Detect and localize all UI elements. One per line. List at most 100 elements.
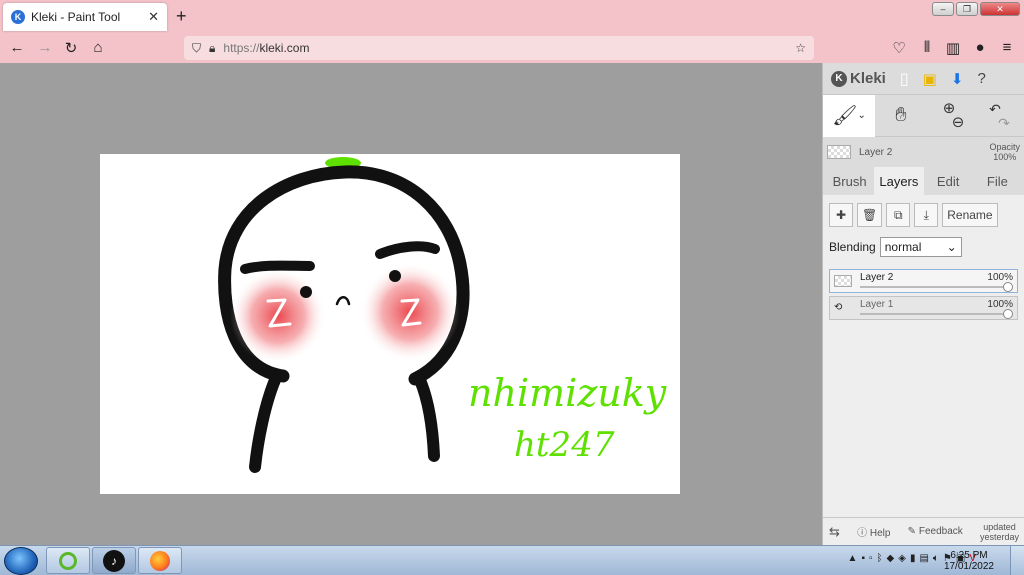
volume-icon[interactable]: 🔈︎ (933, 553, 939, 564)
layer-item-layer-1[interactable]: ⟲ Layer 1 100% (829, 296, 1018, 320)
signal-icon[interactable]: ▮ (910, 553, 916, 564)
brush-tool-button[interactable]: 🖌︎ ⌄ (823, 94, 875, 137)
url-bar[interactable]: ⛉ 🔒︎ https://kleki.com ☆ (184, 36, 814, 60)
feedback-link[interactable]: ✎ Feedback (908, 526, 963, 537)
opacity-readout: Opacity 100% (989, 142, 1020, 162)
layer-opacity-slider[interactable] (860, 313, 1009, 315)
right-eye (389, 270, 401, 282)
tool-row: 🖌︎ ⌄ ✋︎ ⊕ ⊖ ↶ ↷ (823, 94, 1024, 137)
layer-item-layer-2[interactable]: Layer 2 100% (829, 269, 1018, 293)
taskbar-app-firefox[interactable] (138, 547, 182, 574)
kleki-logo-icon: K (831, 70, 847, 87)
updated-notice[interactable]: updated yesterday (980, 522, 1019, 542)
tray-icon-4[interactable]: ◆ (887, 553, 895, 564)
restore-icon[interactable]: ❐ (956, 2, 978, 16)
menu-icon[interactable]: ≡ (998, 39, 1016, 56)
tray-icon-2[interactable]: ▪ (861, 553, 865, 564)
duplicate-layer-button[interactable]: ⧉ (886, 203, 911, 227)
taskbar-app-tiktok[interactable]: ♪ (92, 547, 136, 574)
kleki-logo[interactable]: K Kleki (831, 70, 886, 87)
layers-panel: ✚ 🗑︎ ⧉ ⤓ Rename Blending normal ⌄ Layer … (823, 195, 1024, 557)
taskbar-clock[interactable]: 6:25 PM 17/01/2022 (944, 550, 994, 572)
help-link[interactable]: ⓘ Help (857, 524, 890, 539)
layer-name: Layer 2 (860, 272, 894, 283)
bluetooth-icon[interactable]: ᛒ (877, 553, 883, 564)
rename-layer-button[interactable]: Rename (942, 203, 998, 227)
panel-footer: ⇆ ⓘ Help ✎ Feedback updated yesterday (823, 517, 1024, 545)
url-prefix: https:// (223, 41, 260, 55)
library-icon[interactable]: ⫴ (918, 39, 936, 56)
account-icon[interactable]: ● (971, 39, 989, 56)
new-image-icon[interactable]: ▯ (900, 69, 909, 89)
signature-line-1: nhimizuky (468, 371, 667, 415)
feedback-label: Feedback (918, 526, 963, 537)
browser-tab[interactable]: K Kleki - Paint Tool ✕ (3, 3, 167, 31)
taskbar-app-chrome-like[interactable] (46, 547, 90, 574)
tray-icon-1[interactable]: ▲ (848, 553, 858, 564)
sidebar-icon[interactable]: ▥ (944, 39, 962, 57)
layer-opacity-handle[interactable] (1003, 282, 1013, 292)
back-arrow-icon[interactable]: ← (8, 39, 26, 56)
shield-icon[interactable]: ⛉ (192, 41, 201, 56)
start-button[interactable] (4, 547, 38, 575)
chevron-down-icon: ⌄ (857, 110, 866, 121)
firefox-icon (150, 550, 170, 571)
window-controls: ‒ ❐ ✕ (932, 2, 1020, 16)
window-close-icon[interactable]: ✕ (980, 2, 1020, 16)
left-neck-line (249, 374, 281, 473)
show-desktop-button[interactable] (1010, 546, 1024, 575)
bookmark-star-icon[interactable]: ☆ (795, 41, 806, 55)
tray-icon-5[interactable]: ◈ (898, 553, 906, 564)
help-circle-icon[interactable]: ? (977, 70, 985, 87)
new-tab-button[interactable]: + (176, 6, 187, 27)
layer-opacity-slider[interactable] (860, 286, 1009, 288)
layer-opacity-handle[interactable] (1003, 309, 1013, 319)
signature-line-2: ht247 (514, 425, 615, 465)
zoom-out-icon[interactable]: ⊖ (952, 115, 965, 130)
tab-brush[interactable]: Brush (825, 167, 874, 195)
delete-layer-button[interactable]: 🗑︎ (857, 203, 883, 227)
kleki-logo-text: Kleki (850, 70, 886, 87)
layer-thumbnail (834, 275, 852, 287)
merge-layer-button[interactable]: ⤓ (914, 203, 939, 227)
current-layer-thumbnail (827, 145, 851, 159)
panel-tabs: Brush Layers Edit File (823, 167, 1024, 195)
tab-file[interactable]: File (973, 167, 1022, 195)
help-label: Help (869, 528, 891, 539)
duplicate-icon: ⧉ (893, 207, 903, 222)
home-icon[interactable]: ⌂ (89, 39, 107, 56)
undo-icon[interactable]: ↶ (989, 102, 1001, 116)
left-brow (240, 260, 315, 274)
download-icon[interactable]: ⬇ (951, 70, 964, 88)
tray-icon-3[interactable]: ▫ (869, 553, 873, 564)
redo-icon[interactable]: ↷ (998, 116, 1010, 130)
tab-title: Kleki - Paint Tool (31, 10, 121, 24)
drawing-canvas[interactable]: nhimizuky ht247 (100, 154, 680, 494)
swap-sides-icon[interactable]: ⇆ (829, 524, 840, 540)
tab-close-icon[interactable]: ✕ (148, 9, 159, 25)
canvas-area[interactable]: nhimizuky ht247 (0, 63, 822, 545)
forward-arrow-icon[interactable]: → (36, 39, 54, 56)
import-icon[interactable]: ▣ (923, 70, 937, 88)
reload-icon[interactable]: ↻ (62, 39, 80, 57)
opacity-label: Opacity (989, 142, 1020, 152)
network-icon[interactable]: ▤ (919, 553, 928, 564)
current-layer-name: Layer 2 (859, 146, 893, 158)
tab-edit[interactable]: Edit (924, 167, 973, 195)
plus-icon: ✚ (835, 208, 847, 222)
pocket-icon[interactable]: ♡ (890, 39, 908, 57)
minimize-icon[interactable]: ‒ (932, 2, 954, 16)
lock-icon[interactable]: 🔒︎ (209, 41, 215, 56)
hand-tool-button[interactable]: ✋︎ (875, 95, 927, 137)
blending-select[interactable]: normal ⌄ (879, 237, 962, 257)
merge-down-icon: ⤓ (923, 207, 929, 222)
blending-row: Blending normal ⌄ (829, 237, 1018, 257)
green-app-icon (59, 551, 77, 570)
windows-taskbar: ♪ ▲ ▪ ▫ ᛒ ◆ ◈ ▮ ▤ 🔈︎ ⚑ ▣ V 6:25 PM 17/01… (0, 545, 1024, 575)
feedback-icon: ✎ (907, 526, 917, 537)
url-text[interactable]: https://kleki.com (223, 41, 787, 55)
add-layer-button[interactable]: ✚ (829, 203, 853, 227)
help-icon: ⓘ (857, 528, 868, 539)
opacity-value: 100% (993, 152, 1017, 162)
tab-layers[interactable]: Layers (874, 167, 924, 195)
